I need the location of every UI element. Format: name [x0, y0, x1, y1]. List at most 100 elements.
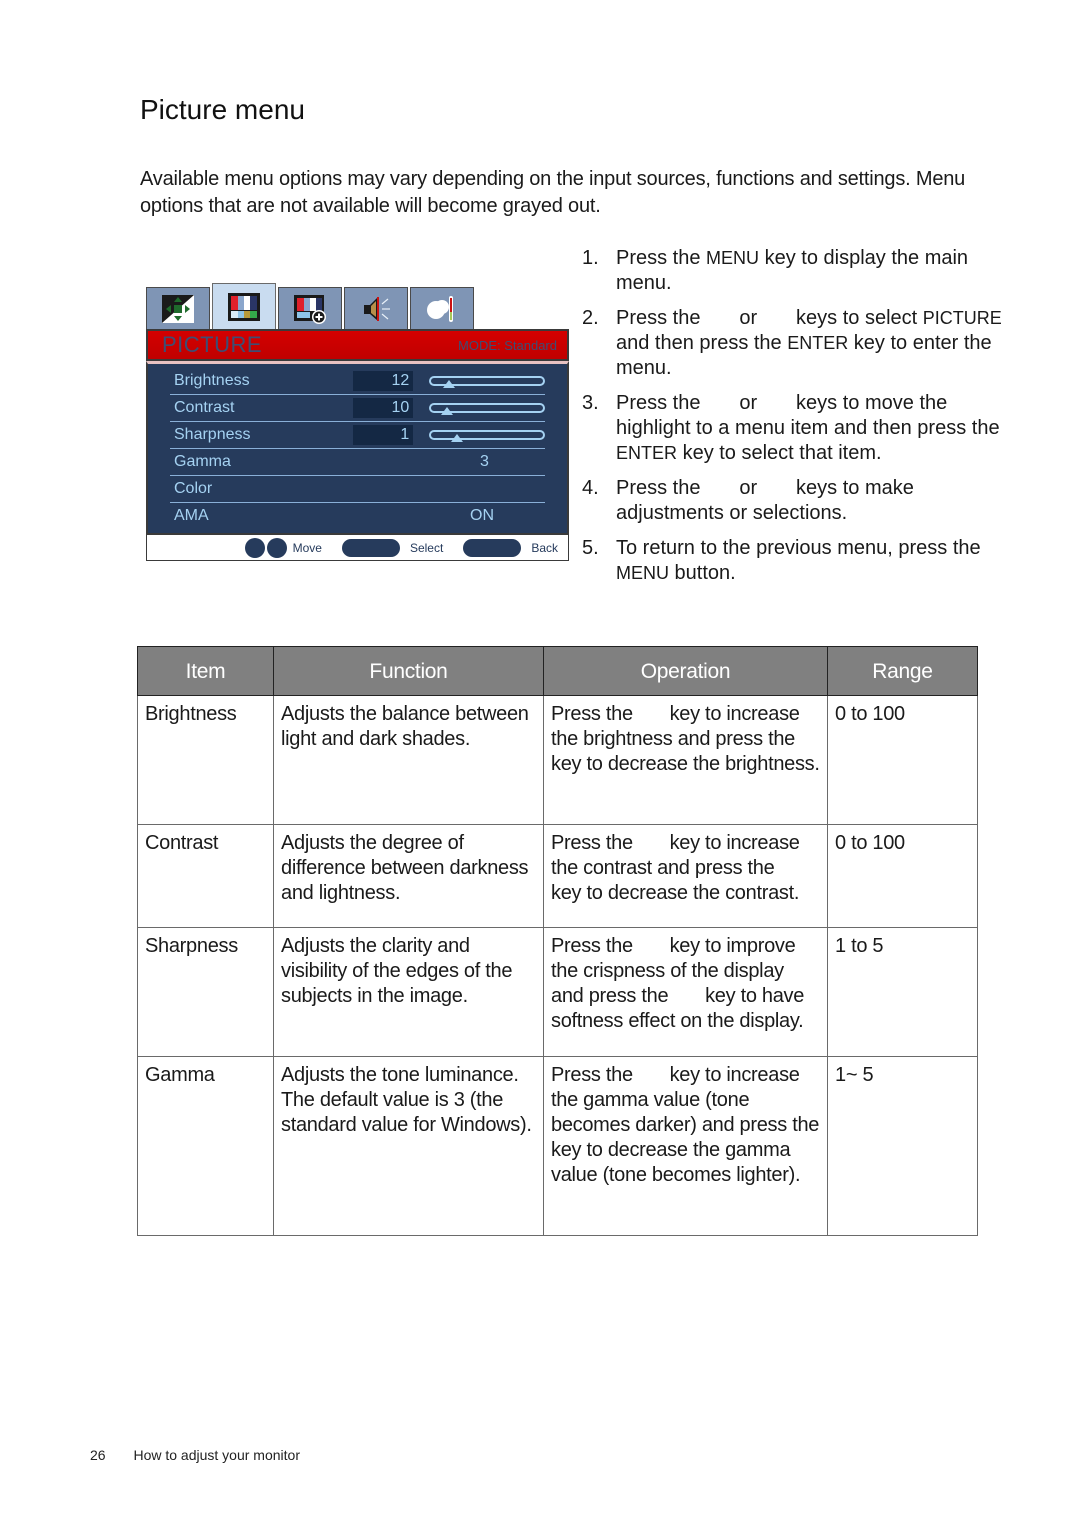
osd-mode-label: MODE: Standard [458, 337, 557, 353]
page-number: 26 [90, 1447, 106, 1463]
osd-row-value: 12 [353, 371, 414, 391]
osd-slider-thumb [441, 407, 454, 415]
back-key-icon [463, 538, 522, 557]
osd-row-value: 1 [353, 425, 414, 445]
key-name: ENTER [787, 333, 849, 353]
cell-range: 0 to 100 [827, 824, 978, 928]
key-name: MENU [616, 563, 669, 583]
step-text: Press the or keys to make adjustments or… [616, 477, 920, 524]
picture-menu-table: Item Function Operation Range Brightness… [137, 646, 978, 1236]
osd-slider-thumb [443, 380, 456, 388]
osd-menu-list: Brightness 12 Contrast 10 Sharpness 1 Ga… [146, 361, 569, 535]
osd-row-value: 10 [353, 398, 414, 418]
cell-function: Adjusts the tone luminance. The default … [273, 1056, 544, 1236]
picture-advanced-icon [294, 294, 326, 324]
page-footer: 26 How to adjust your monitor [90, 1447, 300, 1463]
step-item: 2. Press the or keys to select PICTURE a… [582, 306, 1012, 381]
osd-row-gamma: Gamma 3 [170, 449, 545, 476]
table-row: Brightness Adjusts the balance between l… [137, 695, 978, 825]
step-item: 3. Press the or keys to move the highlig… [582, 391, 1012, 466]
table-row: Contrast Adjusts the degree of differenc… [137, 824, 978, 928]
step-text: and then press the [616, 332, 788, 354]
move-key-icon [244, 537, 265, 558]
cell-item: Contrast [137, 824, 274, 928]
table-row: Gamma Adjusts the tone luminance. The de… [137, 1056, 978, 1236]
cell-item: Brightness [137, 695, 274, 825]
section-name: How to adjust your monitor [133, 1447, 300, 1463]
cell-operation: Press the key to increase the brightness… [543, 695, 828, 825]
key-name: MENU [706, 248, 760, 268]
step-number: 5. [582, 537, 599, 559]
move-key-icon [266, 537, 287, 558]
cell-range: 1~ 5 [827, 1056, 978, 1236]
cell-operation: Press the key to improve the crispness o… [543, 927, 828, 1057]
cell-item: Sharpness [137, 927, 274, 1057]
osd-slider-thumb [451, 434, 464, 442]
osd-row-ama: AMA ON [170, 503, 545, 529]
cell-operation: Press the key to increase the gamma valu… [543, 1056, 828, 1236]
cell-item: Gamma [137, 1056, 274, 1236]
column-header-operation: Operation [543, 646, 828, 696]
step-number: 1. [582, 247, 599, 269]
osd-footer-hints: Move Select Back [146, 535, 569, 561]
intro-paragraph: Available menu options may vary dependin… [140, 168, 966, 217]
step-number: 4. [582, 477, 599, 499]
select-hint: Select [409, 540, 444, 555]
osd-row-color: Color [170, 476, 545, 503]
select-key-icon [341, 538, 400, 557]
step-number: 2. [582, 307, 599, 329]
osd-row-label: Sharpness [174, 426, 251, 443]
step-item: 1. Press the MENU key to display the mai… [582, 246, 1012, 296]
osd-menu-illustration: PICTURE MODE: Standard Brightness 12 Con… [146, 283, 569, 561]
osd-row-value: ON [470, 507, 494, 524]
move-hint: Move [292, 540, 322, 555]
step-text: Press the or keys to select [616, 307, 923, 329]
osd-menu-name: PICTURE [162, 332, 263, 357]
cell-function: Adjusts the balance between light and da… [273, 695, 544, 825]
osd-row-label: Contrast [174, 399, 235, 416]
osd-row-contrast: Contrast 10 [170, 395, 545, 422]
display-position-icon [162, 294, 194, 323]
cell-range: 0 to 100 [827, 695, 978, 825]
step-text: key to select that item. [677, 442, 882, 464]
table-header-row: Item Function Operation Range [137, 646, 978, 696]
osd-slider [429, 403, 545, 415]
osd-row-sharpness: Sharpness 1 [170, 422, 545, 449]
osd-tab-picture-advanced [278, 287, 342, 329]
osd-tab-bar [146, 283, 569, 329]
osd-row-label: Color [174, 480, 213, 497]
osd-slider [429, 376, 545, 388]
table-row: Sharpness Adjusts the clarity and visibi… [137, 927, 978, 1057]
osd-row-label: Brightness [174, 372, 250, 389]
osd-tab-picture [212, 283, 276, 329]
step-number: 3. [582, 392, 599, 414]
system-settings-icon [427, 295, 453, 322]
column-header-function: Function [273, 646, 544, 696]
osd-slider [429, 430, 545, 442]
column-header-item: Item [137, 646, 274, 696]
key-name: ENTER [616, 443, 678, 463]
osd-tab-system [410, 287, 474, 329]
osd-row-label: AMA [174, 507, 209, 524]
cell-function: Adjusts the clarity and visibility of th… [273, 927, 544, 1057]
osd-row-value: 3 [480, 453, 489, 470]
step-text: button. [669, 562, 736, 584]
picture-color-bars-icon [228, 292, 260, 321]
osd-tab-display [146, 287, 210, 329]
cell-range: 1 to 5 [827, 927, 978, 1057]
key-name: PICTURE [922, 308, 1002, 328]
cell-function: Adjusts the degree of difference between… [273, 824, 544, 928]
osd-row-brightness: Brightness 12 [170, 368, 545, 395]
osd-header-bar: PICTURE MODE: Standard [146, 329, 569, 361]
audio-speaker-icon [364, 296, 390, 321]
column-header-range: Range [827, 646, 978, 696]
osd-row-label: Gamma [174, 453, 231, 470]
osd-tab-audio [344, 287, 408, 329]
back-hint: Back [531, 540, 558, 555]
step-text: To return to the previous menu, press th… [616, 537, 981, 559]
step-item: 5. To return to the previous menu, press… [582, 536, 1012, 586]
page-title: Picture menu [140, 94, 305, 125]
step-text: Press the [616, 247, 707, 269]
cell-operation: Press the key to increase the contrast a… [543, 824, 828, 928]
instruction-steps: 1. Press the MENU key to display the mai… [582, 246, 1012, 596]
